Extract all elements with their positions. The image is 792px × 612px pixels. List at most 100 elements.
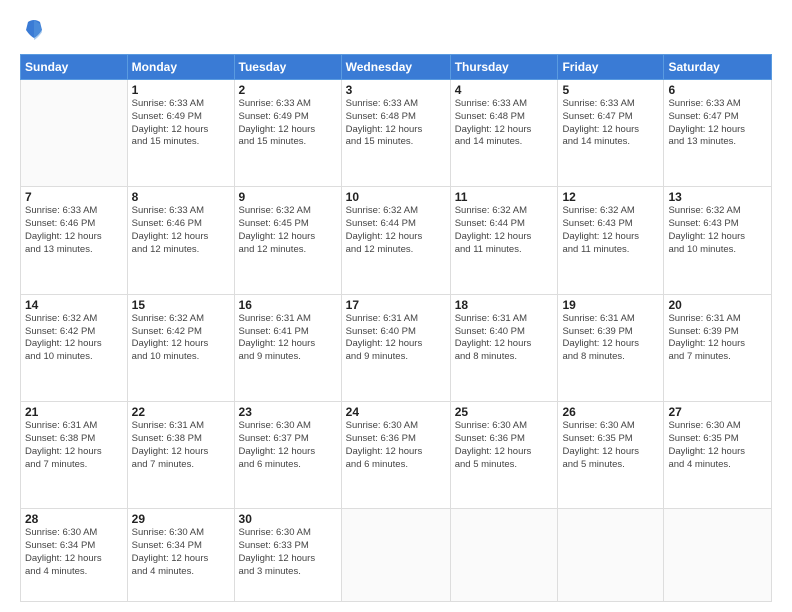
- day-number: 16: [239, 298, 337, 312]
- calendar-cell: 8Sunrise: 6:33 AM Sunset: 6:46 PM Daylig…: [127, 187, 234, 294]
- calendar-cell: 5Sunrise: 6:33 AM Sunset: 6:47 PM Daylig…: [558, 80, 664, 187]
- calendar-cell: 27Sunrise: 6:30 AM Sunset: 6:35 PM Dayli…: [664, 402, 772, 509]
- weekday-friday: Friday: [558, 55, 664, 80]
- calendar-cell: 18Sunrise: 6:31 AM Sunset: 6:40 PM Dayli…: [450, 294, 558, 401]
- day-number: 8: [132, 190, 230, 204]
- day-number: 11: [455, 190, 554, 204]
- calendar-cell: 21Sunrise: 6:31 AM Sunset: 6:38 PM Dayli…: [21, 402, 128, 509]
- day-number: 4: [455, 83, 554, 97]
- weekday-thursday: Thursday: [450, 55, 558, 80]
- day-number: 26: [562, 405, 659, 419]
- calendar-cell: 6Sunrise: 6:33 AM Sunset: 6:47 PM Daylig…: [664, 80, 772, 187]
- week-row-3: 14Sunrise: 6:32 AM Sunset: 6:42 PM Dayli…: [21, 294, 772, 401]
- day-number: 29: [132, 512, 230, 526]
- day-info: Sunrise: 6:32 AM Sunset: 6:44 PM Dayligh…: [346, 205, 446, 256]
- week-row-4: 21Sunrise: 6:31 AM Sunset: 6:38 PM Dayli…: [21, 402, 772, 509]
- day-number: 1: [132, 83, 230, 97]
- weekday-sunday: Sunday: [21, 55, 128, 80]
- day-number: 10: [346, 190, 446, 204]
- day-info: Sunrise: 6:33 AM Sunset: 6:48 PM Dayligh…: [346, 98, 446, 149]
- day-number: 23: [239, 405, 337, 419]
- logo: [20, 16, 52, 44]
- day-number: 17: [346, 298, 446, 312]
- day-info: Sunrise: 6:32 AM Sunset: 6:42 PM Dayligh…: [132, 313, 230, 364]
- day-number: 25: [455, 405, 554, 419]
- day-info: Sunrise: 6:31 AM Sunset: 6:39 PM Dayligh…: [668, 313, 767, 364]
- calendar-cell: [341, 509, 450, 602]
- header: [20, 16, 772, 44]
- day-info: Sunrise: 6:33 AM Sunset: 6:47 PM Dayligh…: [562, 98, 659, 149]
- week-row-5: 28 Sunrise: 6:30 AM Sunset: 6:34 PM Dayli…: [21, 509, 772, 602]
- weekday-tuesday: Tuesday: [234, 55, 341, 80]
- day-info: Sunrise: 6:32 AM Sunset: 6:43 PM Dayligh…: [562, 205, 659, 256]
- calendar-cell: 7Sunrise: 6:33 AM Sunset: 6:46 PM Daylig…: [21, 187, 128, 294]
- day-info: Sunrise: 6:31 AM Sunset: 6:38 PM Dayligh…: [25, 420, 123, 471]
- calendar-table: SundayMondayTuesdayWednesdayThursdayFrid…: [20, 54, 772, 602]
- day-number: 15: [132, 298, 230, 312]
- page: SundayMondayTuesdayWednesdayThursdayFrid…: [0, 0, 792, 612]
- day-info: Sunrise: 6:32 AM Sunset: 6:43 PM Dayligh…: [668, 205, 767, 256]
- day-info: Sunrise: 6:33 AM Sunset: 6:49 PM Dayligh…: [132, 98, 230, 149]
- week-row-1: 1Sunrise: 6:33 AM Sunset: 6:49 PM Daylig…: [21, 80, 772, 187]
- day-number: 14: [25, 298, 123, 312]
- calendar-cell: 9Sunrise: 6:32 AM Sunset: 6:45 PM Daylig…: [234, 187, 341, 294]
- calendar-cell: [664, 509, 772, 602]
- calendar-cell: 3Sunrise: 6:33 AM Sunset: 6:48 PM Daylig…: [341, 80, 450, 187]
- weekday-header-row: SundayMondayTuesdayWednesdayThursdayFrid…: [21, 55, 772, 80]
- day-info: Sunrise: 6:31 AM Sunset: 6:41 PM Dayligh…: [239, 313, 337, 364]
- weekday-saturday: Saturday: [664, 55, 772, 80]
- calendar-cell: 4Sunrise: 6:33 AM Sunset: 6:48 PM Daylig…: [450, 80, 558, 187]
- calendar-cell: 30Sunrise: 6:30 AM Sunset: 6:33 PM Dayli…: [234, 509, 341, 602]
- calendar-cell: 17Sunrise: 6:31 AM Sunset: 6:40 PM Dayli…: [341, 294, 450, 401]
- day-info: Sunrise: 6:30 AM Sunset: 6:35 PM Dayligh…: [668, 420, 767, 471]
- day-info: Sunrise: 6:32 AM Sunset: 6:44 PM Dayligh…: [455, 205, 554, 256]
- calendar-cell: 15Sunrise: 6:32 AM Sunset: 6:42 PM Dayli…: [127, 294, 234, 401]
- day-info: Sunrise: 6:33 AM Sunset: 6:46 PM Dayligh…: [132, 205, 230, 256]
- day-number: 5: [562, 83, 659, 97]
- weekday-wednesday: Wednesday: [341, 55, 450, 80]
- calendar-cell: 16Sunrise: 6:31 AM Sunset: 6:41 PM Dayli…: [234, 294, 341, 401]
- calendar-cell: [450, 509, 558, 602]
- day-number: 24: [346, 405, 446, 419]
- week-row-2: 7Sunrise: 6:33 AM Sunset: 6:46 PM Daylig…: [21, 187, 772, 294]
- calendar-cell: 13Sunrise: 6:32 AM Sunset: 6:43 PM Dayli…: [664, 187, 772, 294]
- day-info: Sunrise: 6:30 AM Sunset: 6:37 PM Dayligh…: [239, 420, 337, 471]
- calendar-cell: 11Sunrise: 6:32 AM Sunset: 6:44 PM Dayli…: [450, 187, 558, 294]
- calendar-cell: [558, 509, 664, 602]
- day-number: 13: [668, 190, 767, 204]
- day-info: Sunrise: 6:31 AM Sunset: 6:38 PM Dayligh…: [132, 420, 230, 471]
- weekday-monday: Monday: [127, 55, 234, 80]
- day-number: 9: [239, 190, 337, 204]
- day-info: Sunrise: 6:33 AM Sunset: 6:47 PM Dayligh…: [668, 98, 767, 149]
- calendar-cell: 19Sunrise: 6:31 AM Sunset: 6:39 PM Dayli…: [558, 294, 664, 401]
- day-number: 28: [25, 512, 123, 526]
- day-info: Sunrise: 6:32 AM Sunset: 6:45 PM Dayligh…: [239, 205, 337, 256]
- calendar-cell: 10Sunrise: 6:32 AM Sunset: 6:44 PM Dayli…: [341, 187, 450, 294]
- calendar-cell: 14Sunrise: 6:32 AM Sunset: 6:42 PM Dayli…: [21, 294, 128, 401]
- day-info: Sunrise: 6:31 AM Sunset: 6:39 PM Dayligh…: [562, 313, 659, 364]
- day-number: 20: [668, 298, 767, 312]
- calendar-cell: 29Sunrise: 6:30 AM Sunset: 6:34 PM Dayli…: [127, 509, 234, 602]
- day-info: Sunrise: 6:30 AM Sunset: 6:36 PM Dayligh…: [346, 420, 446, 471]
- day-number: 27: [668, 405, 767, 419]
- day-info: Sunrise: 6:33 AM Sunset: 6:49 PM Dayligh…: [239, 98, 337, 149]
- day-info: Sunrise: 6:32 AM Sunset: 6:42 PM Dayligh…: [25, 313, 123, 364]
- day-info: Sunrise: 6:30 AM Sunset: 6:34 PM Dayligh…: [132, 527, 230, 578]
- day-info: Sunrise: 6:30 AM Sunset: 6:33 PM Dayligh…: [239, 527, 337, 578]
- day-number: 2: [239, 83, 337, 97]
- day-number: 18: [455, 298, 554, 312]
- day-number: 30: [239, 512, 337, 526]
- day-number: 3: [346, 83, 446, 97]
- day-number: 21: [25, 405, 123, 419]
- day-info: Sunrise: 6:33 AM Sunset: 6:48 PM Dayligh…: [455, 98, 554, 149]
- day-info: Sunrise: 6:31 AM Sunset: 6:40 PM Dayligh…: [455, 313, 554, 364]
- day-info: Sunrise: 6:30 AM Sunset: 6:36 PM Dayligh…: [455, 420, 554, 471]
- calendar-cell: 2Sunrise: 6:33 AM Sunset: 6:49 PM Daylig…: [234, 80, 341, 187]
- day-number: 12: [562, 190, 659, 204]
- day-info: Sunrise: 6:30 AM Sunset: 6:35 PM Dayligh…: [562, 420, 659, 471]
- calendar-cell: 20Sunrise: 6:31 AM Sunset: 6:39 PM Dayli…: [664, 294, 772, 401]
- calendar-cell: 22Sunrise: 6:31 AM Sunset: 6:38 PM Dayli…: [127, 402, 234, 509]
- calendar-cell: 1Sunrise: 6:33 AM Sunset: 6:49 PM Daylig…: [127, 80, 234, 187]
- day-number: 6: [668, 83, 767, 97]
- calendar-cell: 28Sunrise: 6:30 AM Sunset: 6:34 PM Dayli…: [21, 509, 128, 602]
